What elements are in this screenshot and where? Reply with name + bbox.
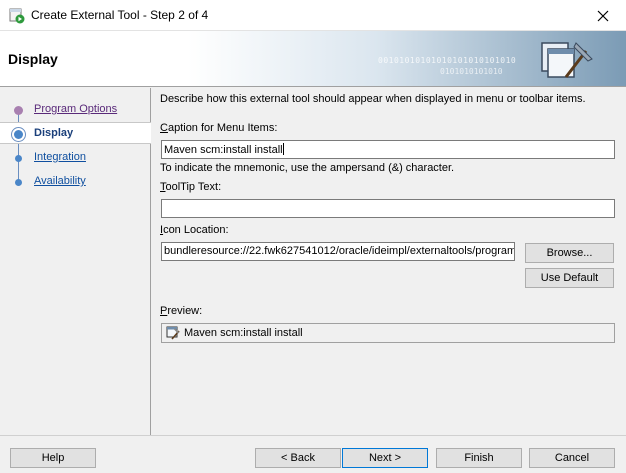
page-title: Display [8, 51, 58, 67]
preview-text: Maven scm:install install [184, 327, 303, 339]
banner-decoration-text: 00101010101010101010101010 [378, 56, 517, 65]
caption-label-rest: aption for Menu Items: [167, 122, 278, 134]
help-button[interactable]: Help [10, 448, 96, 468]
step-dot-icon [14, 106, 23, 115]
wizard-header: Display 00101010101010101010101010 01010… [0, 31, 626, 87]
tooltip-label: ToolTip Text: [160, 181, 222, 193]
wizard-footer: Help < Back Next > Finish Cancel [0, 435, 626, 473]
step-display: Display [0, 122, 151, 144]
step-label[interactable]: Program Options [34, 103, 117, 115]
step-label: Display [34, 127, 74, 139]
step-dot-icon [14, 130, 23, 139]
step-integration[interactable]: Integration [0, 148, 151, 168]
display-panel: Describe how this external tool should a… [152, 88, 626, 435]
back-button[interactable]: < Back [255, 448, 341, 468]
preview-box: Maven scm:install install [161, 323, 615, 343]
finish-button[interactable]: Finish [436, 448, 522, 468]
step-dot-icon [15, 179, 22, 186]
step-dot-icon [15, 155, 22, 162]
app-icon [9, 8, 25, 24]
step-availability[interactable]: Availability [0, 172, 151, 192]
browse-button[interactable]: Browse... [525, 243, 614, 263]
close-icon [597, 10, 609, 21]
cancel-button[interactable]: Cancel [529, 448, 615, 468]
step-label[interactable]: Availability [34, 175, 86, 187]
program-icon [166, 326, 180, 340]
text-caret [282, 143, 284, 155]
title-bar: Create External Tool - Step 2 of 4 [0, 0, 626, 31]
icon-location-label: Icon Location: [160, 224, 229, 236]
wizard-steps-nav: Program Options Display Integration Avai… [0, 88, 151, 435]
mnemonic-hint: To indicate the mnemonic, use the ampers… [160, 162, 455, 174]
preview-label: Preview: [160, 305, 203, 317]
icon-location-input[interactable]: bundleresource://22.fwk627541012/oracle/… [161, 242, 515, 261]
step-program-options[interactable]: Program Options [0, 100, 151, 120]
step-label[interactable]: Integration [34, 151, 86, 163]
caption-input[interactable]: Maven scm:install install [161, 140, 615, 159]
close-button[interactable] [580, 0, 626, 31]
external-tool-logo-icon [541, 42, 593, 78]
tooltip-input[interactable] [161, 199, 615, 218]
window-title: Create External Tool - Step 2 of 4 [31, 8, 209, 22]
description-text: Describe how this external tool should a… [160, 93, 586, 105]
banner-decoration-text-2: 0101010101010 [440, 67, 503, 76]
next-button[interactable]: Next > [342, 448, 428, 468]
use-default-button[interactable]: Use Default [525, 268, 614, 288]
caption-label: Caption for Menu Items: [160, 122, 278, 134]
